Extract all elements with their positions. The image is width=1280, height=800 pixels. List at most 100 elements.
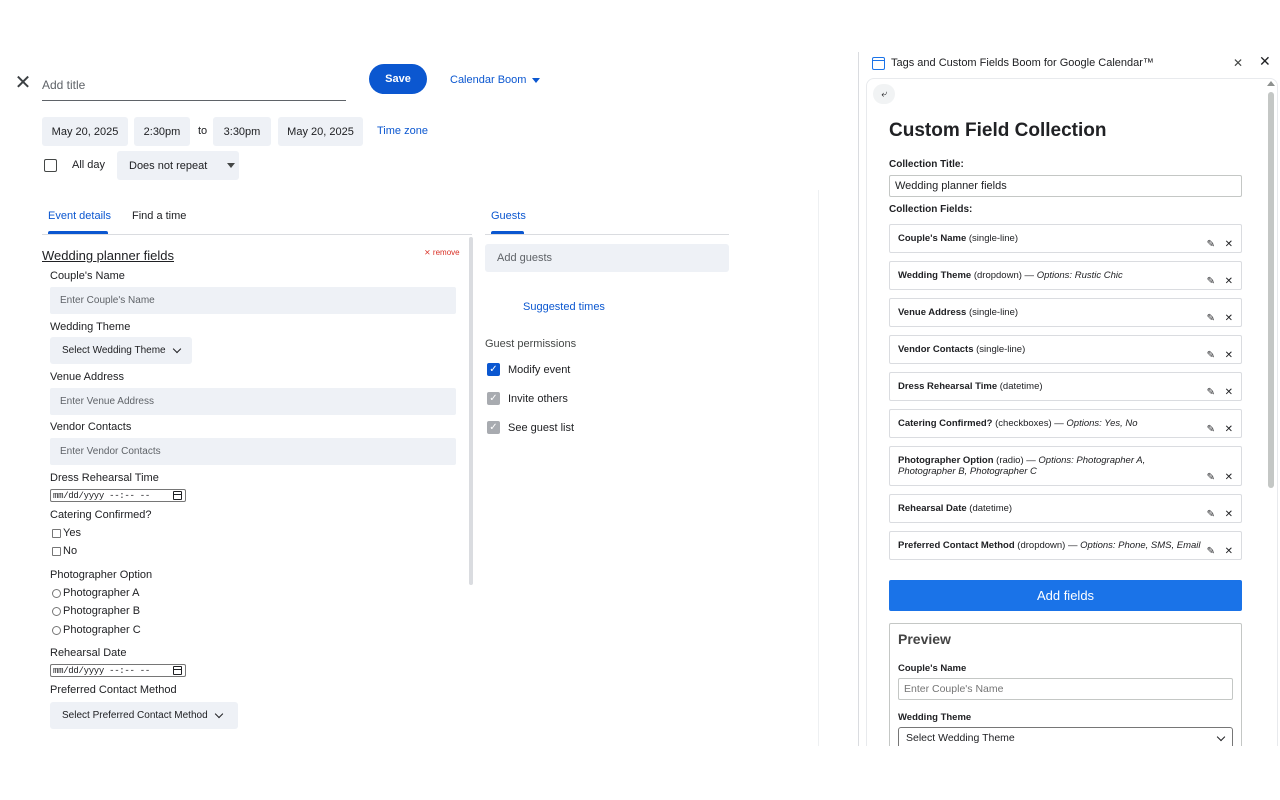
collection-title-label: Collection Title:: [889, 159, 964, 170]
delete-icon[interactable]: ✕: [1225, 509, 1233, 520]
unpin-icon[interactable]: ✕: [1233, 56, 1243, 70]
field-type: (datetime): [969, 503, 1013, 514]
radio-button[interactable]: [52, 606, 61, 616]
field-card: Catering Confirmed? (checkboxes) — Optio…: [889, 409, 1242, 438]
column-divider: [818, 190, 819, 746]
calendar-select[interactable]: Calendar Boom: [450, 72, 541, 88]
check-icon[interactable]: ✓: [487, 421, 500, 434]
catering-option-no[interactable]: No: [52, 545, 77, 557]
permission-invite-others[interactable]: ✓ Invite others: [487, 392, 568, 405]
field-card-text: Photographer Option (radio) — Options: P…: [898, 455, 1205, 477]
calendar-icon[interactable]: [173, 666, 182, 675]
collection-title-input[interactable]: Wedding planner fields: [889, 175, 1242, 197]
scroll-up-arrow-icon[interactable]: [1267, 81, 1275, 86]
back-button[interactable]: ⤶: [873, 84, 895, 104]
field-type: (checkboxes) —: [995, 418, 1064, 429]
delete-icon[interactable]: ✕: [1225, 350, 1233, 361]
preview-couples-name-label: Couple's Name: [898, 663, 967, 674]
panel-header: Tags and Custom Fields Boom for Google C…: [872, 55, 1154, 71]
radio-button[interactable]: [52, 625, 61, 635]
close-icon[interactable]: ✕: [14, 72, 32, 92]
check-icon[interactable]: ✓: [487, 363, 500, 376]
pencil-icon[interactable]: ✎: [1207, 276, 1215, 287]
guests-divider: [485, 234, 729, 235]
delete-icon[interactable]: ✕: [1225, 387, 1233, 398]
checkbox[interactable]: [52, 546, 61, 556]
delete-icon[interactable]: ✕: [1225, 239, 1233, 250]
option-label: Photographer B: [63, 605, 141, 617]
field-card: Dress Rehearsal Time (datetime) ✎ ✕: [889, 372, 1242, 401]
field-card: Rehearsal Date (datetime) ✎ ✕: [889, 494, 1242, 523]
calendar-icon[interactable]: [173, 491, 182, 500]
option-label: Photographer C: [63, 624, 141, 636]
contact-method-label: Preferred Contact Method: [50, 684, 177, 696]
couples-name-label: Couple's Name: [50, 270, 125, 282]
rehearsal-date-input[interactable]: mm/dd/yyyy --:-- --: [50, 664, 186, 677]
delete-icon[interactable]: ✕: [1225, 424, 1233, 435]
photographer-option-a[interactable]: Photographer A: [52, 587, 139, 599]
couples-name-input[interactable]: Enter Couple's Name: [50, 287, 456, 314]
field-name: Photographer Option: [898, 455, 994, 466]
start-date-chip[interactable]: May 20, 2025: [42, 117, 128, 146]
preview-wedding-theme-label: Wedding Theme: [898, 712, 972, 723]
vendor-contacts-input[interactable]: Enter Vendor Contacts: [50, 438, 456, 465]
checkbox[interactable]: [52, 528, 61, 538]
field-type: (single-line): [968, 233, 1018, 244]
pencil-icon[interactable]: ✎: [1207, 472, 1215, 483]
close-panel-icon[interactable]: ✕: [1259, 54, 1271, 70]
remove-link[interactable]: ⨯ remove: [424, 248, 460, 257]
delete-icon[interactable]: ✕: [1225, 313, 1233, 324]
add-fields-button[interactable]: Add fields: [889, 580, 1242, 611]
option-label: No: [63, 545, 78, 557]
dress-rehearsal-value: mm/dd/yyyy --:-- --: [53, 490, 150, 501]
chevron-down-icon: [214, 709, 223, 719]
start-time-chip[interactable]: 2:30pm: [134, 117, 190, 146]
form-scrollbar[interactable]: [469, 237, 473, 585]
delete-icon[interactable]: ✕: [1225, 276, 1233, 287]
add-guests-input[interactable]: Add guests: [485, 244, 729, 272]
tabs-divider: [42, 234, 472, 235]
suggested-times-link[interactable]: Suggested times: [523, 301, 605, 313]
radio-button[interactable]: [52, 588, 61, 598]
pencil-icon[interactable]: ✎: [1207, 509, 1215, 520]
pencil-icon[interactable]: ✎: [1207, 313, 1215, 324]
photographer-option-c[interactable]: Photographer C: [52, 624, 141, 636]
field-card-text: Venue Address (single-line): [898, 307, 1205, 318]
tab-guests[interactable]: Guests: [491, 210, 526, 222]
panel-heading: Custom Field Collection: [889, 120, 1107, 141]
wedding-theme-select[interactable]: Select Wedding Theme: [50, 337, 192, 364]
title-input[interactable]: [42, 70, 346, 101]
end-date-chip[interactable]: May 20, 2025: [278, 117, 363, 146]
permission-modify-event[interactable]: ✓ Modify event: [487, 363, 570, 376]
end-time-chip[interactable]: 3:30pm: [213, 117, 271, 146]
pencil-icon[interactable]: ✎: [1207, 350, 1215, 361]
pencil-icon[interactable]: ✎: [1207, 239, 1215, 250]
contact-method-selected: Select Preferred Contact Method: [62, 710, 208, 721]
preview-couples-name-input[interactable]: Enter Couple's Name: [898, 678, 1233, 700]
pencil-icon[interactable]: ✎: [1207, 424, 1215, 435]
pencil-icon[interactable]: ✎: [1207, 546, 1215, 557]
delete-icon[interactable]: ✕: [1225, 472, 1233, 483]
photographer-option-b[interactable]: Photographer B: [52, 605, 140, 617]
field-name: Vendor Contacts: [898, 344, 974, 355]
check-icon[interactable]: ✓: [487, 392, 500, 405]
tab-find-a-time[interactable]: Find a time: [132, 210, 186, 222]
field-options: Options: Yes, No: [1066, 418, 1138, 429]
photographer-label: Photographer Option: [50, 569, 153, 581]
all-day-checkbox[interactable]: [44, 159, 57, 172]
timezone-link[interactable]: Time zone: [377, 125, 428, 137]
permission-see-guest-list[interactable]: ✓ See guest list: [487, 421, 574, 434]
dress-rehearsal-input[interactable]: mm/dd/yyyy --:-- --: [50, 489, 186, 502]
rehearsal-date-label: Rehearsal Date: [50, 647, 127, 659]
field-card: Couple's Name (single-line) ✎ ✕: [889, 224, 1242, 253]
field-card-text: Vendor Contacts (single-line): [898, 344, 1205, 355]
catering-option-yes[interactable]: Yes: [52, 527, 81, 539]
save-button[interactable]: Save: [369, 64, 427, 94]
delete-icon[interactable]: ✕: [1225, 546, 1233, 557]
pencil-icon[interactable]: ✎: [1207, 387, 1215, 398]
tab-event-details[interactable]: Event details: [48, 210, 111, 222]
panel-scrollbar[interactable]: [1268, 92, 1274, 488]
contact-method-select[interactable]: Select Preferred Contact Method: [50, 702, 238, 729]
repeat-select[interactable]: Does not repeat: [117, 151, 239, 180]
venue-address-input[interactable]: Enter Venue Address: [50, 388, 456, 415]
